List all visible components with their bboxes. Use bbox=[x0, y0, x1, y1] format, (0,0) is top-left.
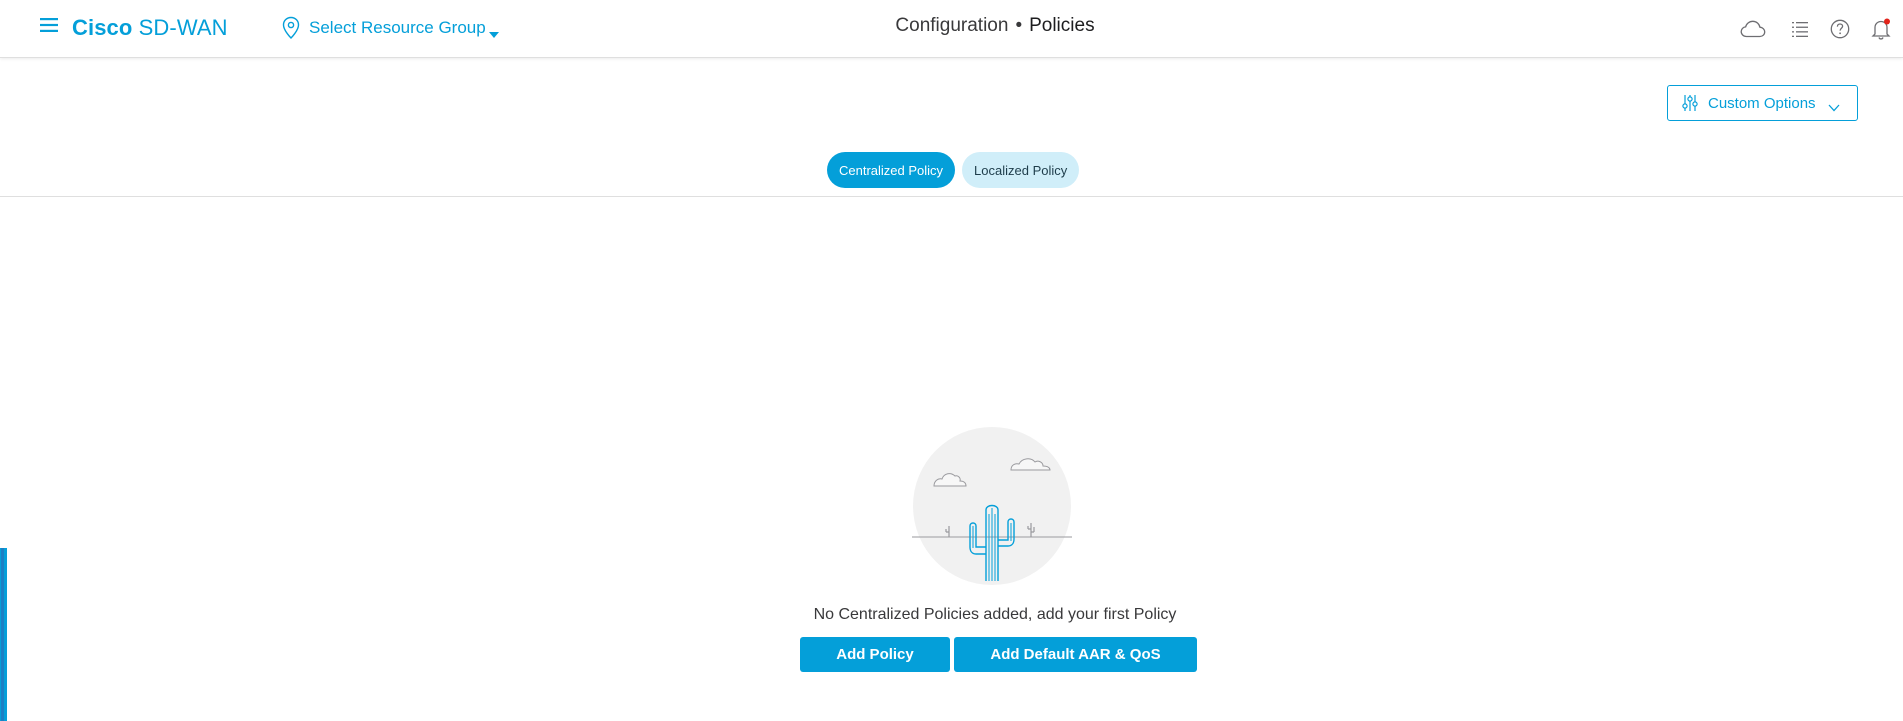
left-edge-accent-inner bbox=[1, 548, 4, 721]
tabs-divider bbox=[0, 196, 1903, 197]
empty-state-message: No Centralized Policies added, add your … bbox=[813, 606, 1177, 623]
desert-cactus-illustration bbox=[912, 426, 1072, 586]
resource-group-label: Select Resource Group bbox=[309, 18, 486, 37]
chevron-down-icon bbox=[1828, 99, 1840, 112]
resource-group-selector[interactable]: Select Resource Group bbox=[281, 13, 499, 43]
sliders-icon bbox=[1682, 94, 1698, 112]
bell-icon[interactable] bbox=[1868, 16, 1894, 42]
tab-centralized-policy[interactable]: Centralized Policy bbox=[827, 152, 956, 188]
add-default-aar-qos-button[interactable]: Add Default AAR & QoS bbox=[954, 637, 1197, 672]
tab-localized-policy[interactable]: Localized Policy bbox=[962, 152, 1080, 188]
help-icon[interactable] bbox=[1827, 16, 1853, 42]
product-logo[interactable]: Cisco SD-WAN bbox=[72, 15, 228, 41]
list-icon[interactable] bbox=[1787, 16, 1813, 42]
brand-name: Cisco bbox=[72, 15, 133, 40]
breadcrumb-section: Configuration bbox=[895, 15, 1009, 36]
menu-icon[interactable] bbox=[40, 18, 58, 32]
custom-options-button[interactable]: Custom Options bbox=[1667, 85, 1858, 121]
top-header: Cisco SD-WAN Select Resource Group Confi… bbox=[0, 0, 1903, 58]
policy-type-tabs: Centralized Policy Localized Policy bbox=[827, 152, 1080, 188]
custom-options-label: Custom Options bbox=[1708, 94, 1816, 112]
breadcrumb-current: Policies bbox=[1029, 15, 1095, 36]
breadcrumb-separator: • bbox=[1015, 15, 1023, 36]
notification-dot bbox=[1884, 18, 1890, 25]
cloud-icon[interactable] bbox=[1740, 16, 1766, 42]
caret-down-icon bbox=[488, 24, 499, 38]
add-policy-button[interactable]: Add Policy bbox=[800, 637, 950, 672]
brand-product: SD-WAN bbox=[138, 15, 228, 40]
location-pin-icon bbox=[281, 16, 301, 40]
